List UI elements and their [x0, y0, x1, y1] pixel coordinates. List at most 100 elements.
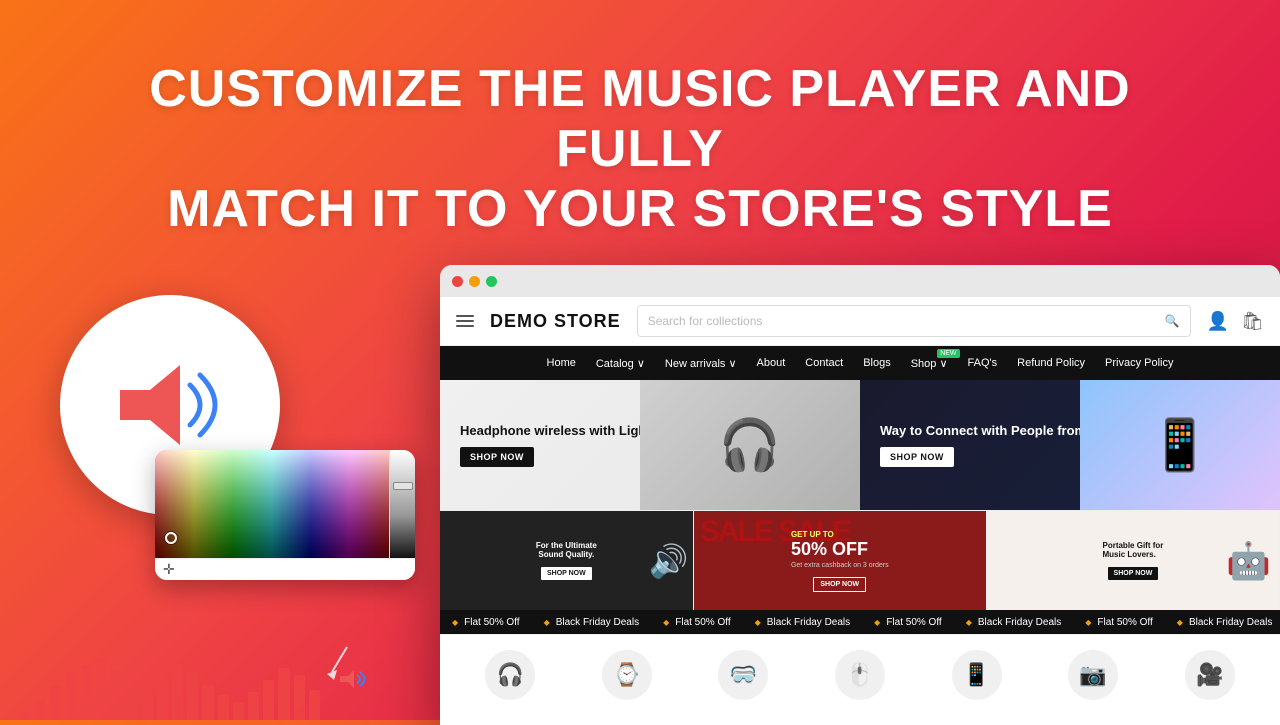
search-icon[interactable]: 🔍: [1165, 314, 1180, 328]
eq-bar: [66, 672, 77, 720]
product-card-2-btn[interactable]: SHOP NOW: [813, 577, 866, 592]
camera-image: 📷: [1068, 650, 1118, 700]
hero-right-image: 📱: [1080, 380, 1280, 510]
product-card-2: SALE SALE GET UP TO50% OFFGet extra cash…: [694, 511, 987, 610]
product-card-1-btn[interactable]: SHOP NOW: [541, 567, 592, 580]
headline-line1: CUSTOMIZE THE MUSIC PLAYER AND FULLY: [60, 60, 1220, 180]
nav-shop[interactable]: Shop ∨ NEW: [911, 357, 948, 370]
ticker-item: ◆Black Friday Deals: [532, 617, 652, 628]
ticker-item: ◆Flat 50% Off: [440, 617, 532, 628]
phone-image: 📱: [952, 650, 1002, 700]
product-icon-camcorder[interactable]: 🎥: [1185, 650, 1235, 700]
color-crosshair[interactable]: [165, 532, 177, 544]
camcorder-image: 🎥: [1185, 650, 1235, 700]
eq-bar: [35, 700, 46, 720]
earbuds-image: 🎧: [485, 650, 535, 700]
store-logo: DEMO STORE: [490, 311, 621, 332]
color-picker-bottom: ✛: [155, 558, 415, 580]
eq-bar: [126, 682, 137, 720]
ticker-diamond: ◆: [452, 618, 458, 627]
product-icon-mouse[interactable]: 🖱️: [835, 650, 885, 700]
store-content: DEMO STORE Search for collections 🔍 👤 🛍 …: [440, 297, 1280, 725]
eq-bar: [309, 690, 320, 720]
search-placeholder: Search for collections: [648, 314, 763, 328]
product-card-3-image: 🤖: [1226, 540, 1271, 582]
product-icon-earbuds[interactable]: 🎧: [485, 650, 535, 700]
product-card-3: Portable Gift forMusic Lovers. SHOP NOW …: [987, 511, 1280, 610]
nav-about[interactable]: About: [757, 357, 786, 369]
new-badge: NEW: [937, 349, 959, 358]
hamburger-menu[interactable]: [456, 315, 474, 327]
nav-new-arrivals[interactable]: New arrivals ∨: [665, 357, 737, 370]
nav-contact[interactable]: Contact: [805, 357, 843, 369]
hero-section: Headphone wireless with Lightning Chargi…: [440, 380, 1280, 510]
crosshair-icon: ✛: [163, 561, 175, 578]
eq-bar: [96, 658, 107, 720]
product-card-3-btn[interactable]: SHOP NOW: [1108, 567, 1159, 580]
product-icon-vr[interactable]: 🥽: [718, 650, 768, 700]
store-header: DEMO STORE Search for collections 🔍 👤 🛍: [440, 297, 1280, 346]
eq-bars: [0, 640, 340, 720]
nav-catalog[interactable]: Catalog ∨: [596, 357, 645, 370]
hero-right: Way to Connect with People from All Over…: [860, 380, 1280, 510]
eq-bar: [218, 695, 229, 720]
headline-line2: MATCH IT TO YOUR STORE'S STYLE: [60, 180, 1220, 240]
eq-bar: [157, 678, 168, 720]
traffic-green[interactable]: [486, 276, 497, 287]
store-nav: Home Catalog ∨ New arrivals ∨ About Cont…: [440, 346, 1280, 380]
eq-bar: [233, 702, 244, 720]
eq-bar: [20, 712, 31, 720]
nav-refund[interactable]: Refund Policy: [1017, 357, 1085, 369]
ticker-diamond: ◆: [755, 618, 761, 627]
ticker-diamond: ◆: [1085, 618, 1091, 627]
product-icon-watch[interactable]: ⌚: [602, 650, 652, 700]
browser-titlebar: [440, 265, 1280, 297]
nav-faq[interactable]: FAQ's: [968, 357, 998, 369]
ticker-diamond: ◆: [663, 618, 669, 627]
eq-bar: [263, 680, 274, 720]
ticker-item: ◆Flat 50% Off: [862, 617, 954, 628]
user-icon[interactable]: 👤: [1207, 311, 1229, 332]
eq-bar: [202, 685, 213, 720]
hero-left-image: 🎧: [640, 380, 860, 510]
product-card-3-label: Portable Gift forMusic Lovers.: [1102, 541, 1163, 559]
hero-right-btn[interactable]: SHOP NOW: [880, 447, 954, 467]
product-icons-row: 🎧 ⌚ 🥽 🖱️ 📱 📷 🎥: [440, 634, 1280, 714]
ticker-item: ◆Black Friday Deals: [1165, 617, 1280, 628]
volume-icon-bottom: [322, 642, 372, 692]
eq-bar: [50, 685, 61, 720]
hero-left-btn[interactable]: SHOP NOW: [460, 447, 534, 467]
hero-left: Headphone wireless with Lightning Chargi…: [440, 380, 860, 510]
eq-bar: [81, 665, 92, 720]
eq-bar: [248, 692, 259, 720]
eq-bar: [187, 672, 198, 720]
ticker-item: ◆Flat 50% Off: [1073, 617, 1165, 628]
brightness-slider-handle[interactable]: [393, 482, 413, 490]
ticker-diamond: ◆: [1177, 618, 1183, 627]
traffic-red[interactable]: [452, 276, 463, 287]
traffic-yellow[interactable]: [469, 276, 480, 287]
product-card-1: For the UltimateSound Quality. SHOP NOW …: [440, 511, 694, 610]
nav-blogs[interactable]: Blogs: [863, 357, 891, 369]
ticker-item: ◆Flat 50% Off: [651, 617, 743, 628]
speaker-icon: [105, 355, 235, 455]
cart-icon[interactable]: 🛍: [1241, 311, 1264, 332]
eq-bar: [294, 675, 305, 720]
browser-mockup: DEMO STORE Search for collections 🔍 👤 🛍 …: [440, 265, 1280, 725]
store-search[interactable]: Search for collections 🔍: [637, 305, 1191, 337]
product-row: For the UltimateSound Quality. SHOP NOW …: [440, 510, 1280, 610]
vr-image: 🥽: [718, 650, 768, 700]
product-card-1-image: 🔊: [649, 542, 689, 580]
nav-home[interactable]: Home: [547, 357, 576, 369]
product-icon-camera[interactable]: 📷: [1068, 650, 1118, 700]
color-picker-card[interactable]: ✛: [155, 450, 415, 580]
ticker-content: ◆Flat 50% Off◆Black Friday Deals◆Flat 50…: [440, 617, 1280, 628]
product-card-1-label: For the UltimateSound Quality.: [536, 541, 597, 559]
nav-privacy[interactable]: Privacy Policy: [1105, 357, 1173, 369]
volume-arrow: [322, 642, 372, 692]
ticker-diamond: ◆: [874, 618, 880, 627]
ticker-bar: ◆Flat 50% Off◆Black Friday Deals◆Flat 50…: [440, 610, 1280, 634]
product-icon-phone[interactable]: 📱: [952, 650, 1002, 700]
eq-bar: [172, 665, 183, 720]
ticker-diamond: ◆: [966, 618, 972, 627]
